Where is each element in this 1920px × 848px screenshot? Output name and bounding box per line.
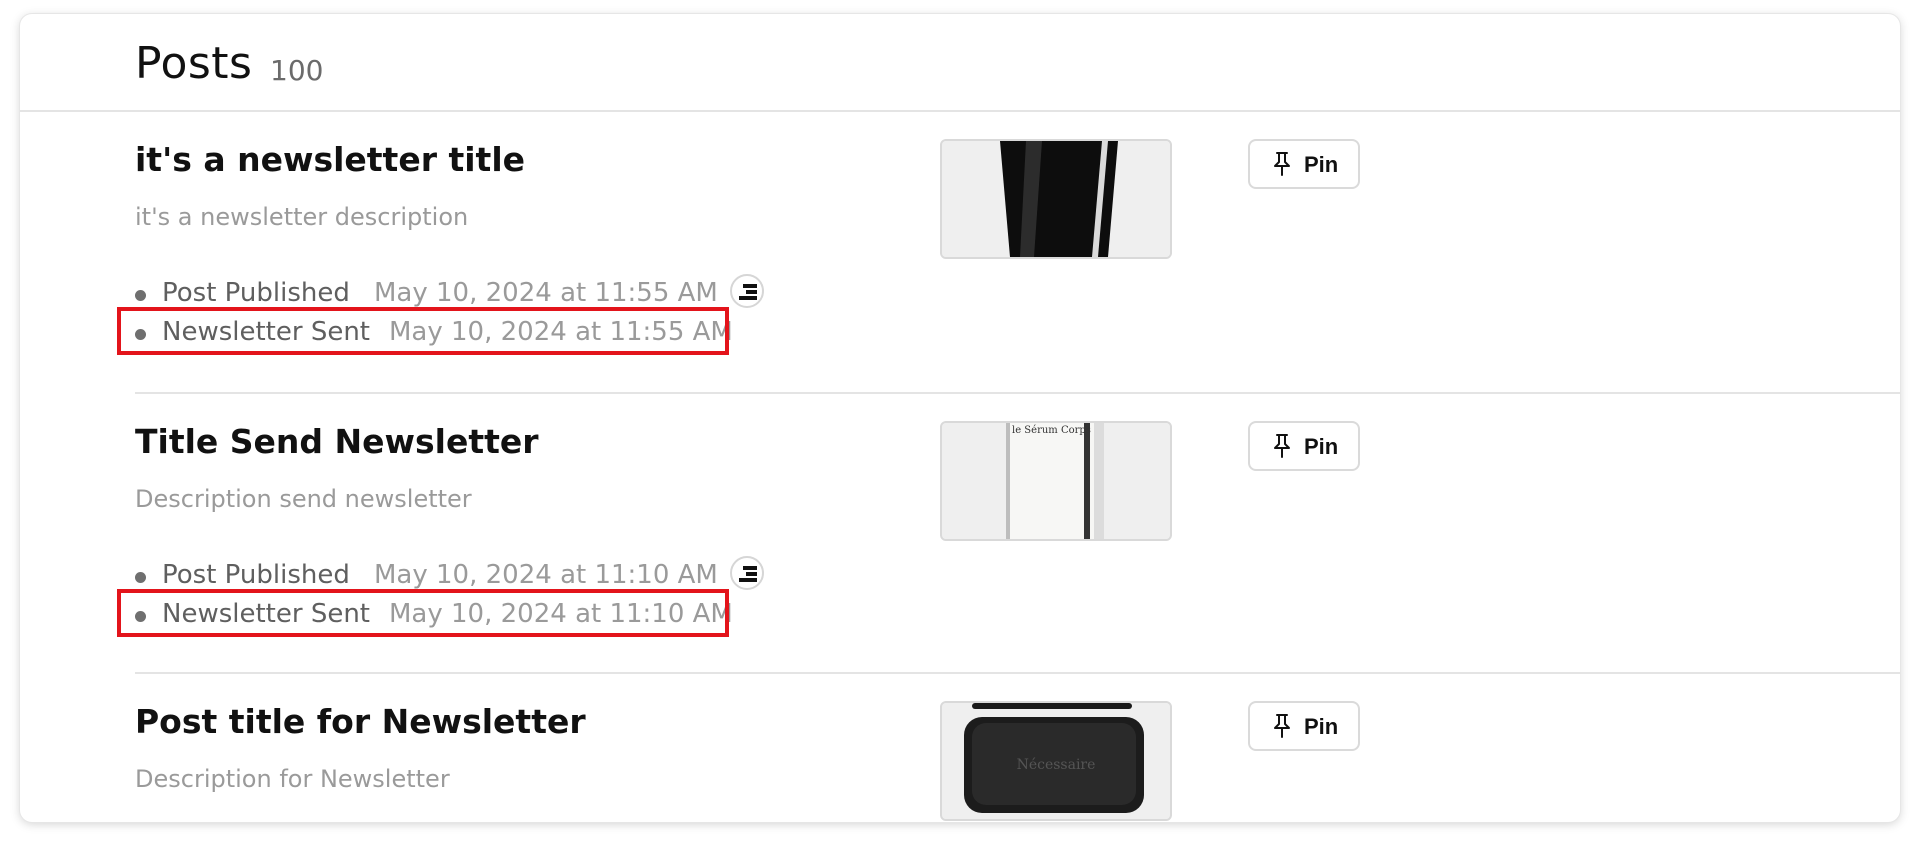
event-date: May 10, 2024 at 11:55 AM [374,278,718,308]
pin-label: Pin [1304,434,1339,459]
event-date: May 10, 2024 at 11:10 AM [374,560,718,590]
bullet-icon [135,572,146,583]
post-row[interactable]: it's a newsletter title it's a newslette… [117,110,1900,394]
post-description: Description send newsletter [135,485,472,513]
substack-icon [730,274,764,308]
posts-panel: Posts 100 it's a newsletter title it's a… [20,14,1900,822]
page-title: Posts [135,38,253,89]
substack-icon [730,556,764,590]
pin-icon [1274,434,1290,458]
post-title[interactable]: it's a newsletter title [135,140,525,179]
post-published-event: Post Published May 10, 2024 at 11:55 AM [135,274,775,310]
pin-button[interactable]: Pin [1248,139,1360,189]
pin-button[interactable]: Pin [1248,421,1360,471]
post-description: Description for Newsletter [135,765,450,793]
post-published-event: Post Published May 10, 2024 at 11:10 AM [135,556,775,592]
post-row[interactable]: Title Send Newsletter Description send n… [117,392,1900,674]
bottle-label-text: le Sérum Corps [1012,425,1091,436]
pin-icon [1274,152,1290,176]
post-thumbnail[interactable] [940,139,1172,259]
pin-button[interactable]: Pin [1248,701,1360,751]
post-thumbnail[interactable]: le Sérum Corps [940,421,1172,541]
black-tube-product-image [942,141,1170,257]
pin-label: Pin [1304,714,1339,739]
post-description: it's a newsletter description [135,203,469,231]
bullet-icon [135,290,146,301]
pin-label: Pin [1304,152,1339,177]
newsletter-sent-event: Newsletter Sent May 10, 2024 at 11:10 AM [117,589,775,637]
highlight-box [117,589,729,637]
newsletter-sent-event: Newsletter Sent May 10, 2024 at 11:55 AM [117,307,775,355]
post-thumbnail[interactable]: Nécessaire [940,701,1172,821]
posts-count: 100 [270,54,324,87]
post-row[interactable]: Post title for Newsletter Description fo… [135,672,1900,822]
event-label: Post Published [162,560,350,590]
highlight-box [117,307,729,355]
event-label: Post Published [162,278,350,308]
posts-header: Posts 100 [20,14,1900,112]
black-soap-bar-image: Nécessaire [942,703,1170,819]
post-title[interactable]: Title Send Newsletter [135,422,539,461]
white-bottle-product-image: le Sérum Corps [942,423,1170,539]
soap-brand-text: Nécessaire [1017,757,1096,773]
pin-icon [1274,714,1290,738]
post-title[interactable]: Post title for Newsletter [135,702,586,741]
